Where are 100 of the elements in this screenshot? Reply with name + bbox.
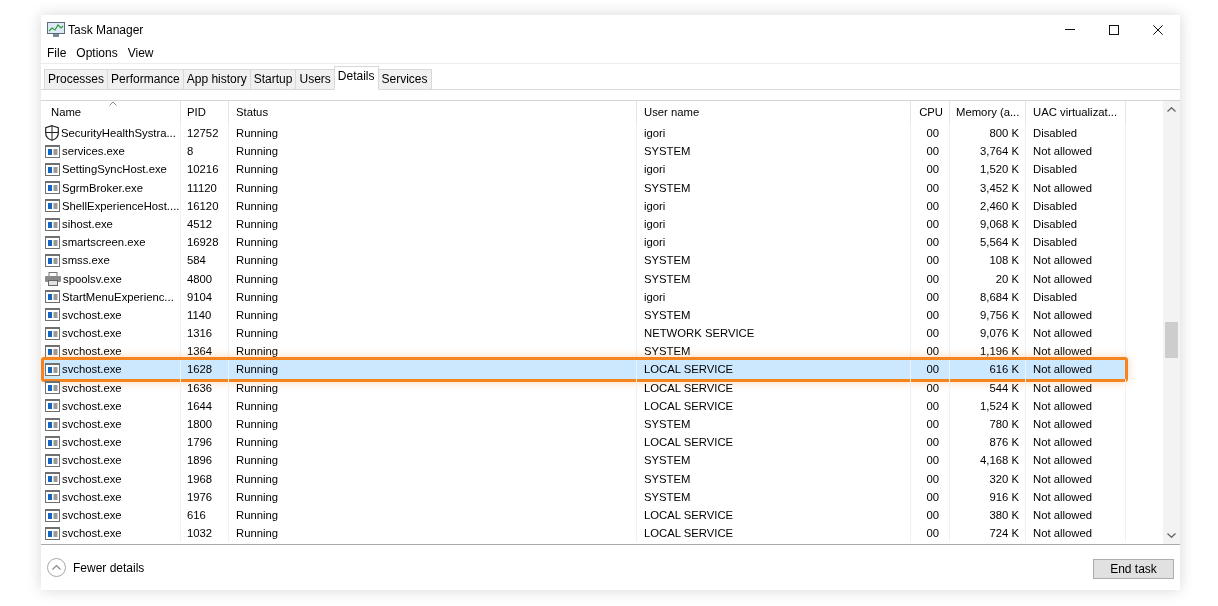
scrollbar[interactable] (1163, 101, 1180, 544)
process-row[interactable]: sihost.exe 4512 Running igori 00 9,068 K Disabled (41, 214, 1126, 234)
process-row[interactable]: ShellExperienceHost.... 16120 Running igori 00 2,460 K Disabled (41, 196, 1126, 215)
process-row[interactable]: StartMenuExperienc... 9104 Running igori 00 8,684 K Disabled (41, 287, 1126, 306)
table-cell: 00 (911, 360, 950, 379)
menu-item[interactable]: File (42, 45, 72, 62)
process-name: StartMenuExperienc... (62, 289, 174, 305)
close-icon (1153, 24, 1163, 35)
process-row[interactable]: SgrmBroker.exe 11120 Running SYSTEM 00 3,452 K Not allowed (41, 178, 1126, 197)
table-cell: Not allowed (1026, 269, 1126, 288)
column-header[interactable]: Name (41, 101, 181, 124)
process-row[interactable]: svchost.exe 1976 Running SYSTEM 00 916 K Not allowed (41, 487, 1126, 506)
table-cell: Running (229, 524, 637, 543)
table-cell: 20 K (950, 269, 1026, 288)
app-window-icon (45, 381, 60, 395)
table-cell: Running (229, 269, 637, 288)
end-task-button[interactable]: End task (1093, 558, 1174, 579)
app-window-icon (45, 344, 60, 358)
table-cell: SYSTEM (637, 251, 911, 270)
tab[interactable]: Performance (107, 69, 184, 90)
table-cell: Running (229, 324, 637, 343)
process-name: svchost.exe (62, 507, 122, 523)
table-cell: Running (229, 469, 637, 488)
scrollbar-thumb[interactable] (1165, 322, 1178, 358)
tab[interactable]: Details (333, 66, 379, 90)
table-cell: Running (229, 396, 637, 415)
process-name: svchost.exe (62, 362, 122, 378)
process-row[interactable]: smss.exe 584 Running SYSTEM 00 108 K Not allowed (41, 251, 1126, 270)
table-cell: 00 (911, 505, 950, 525)
column-header[interactable]: Memory (a... (950, 101, 1026, 124)
process-row[interactable]: svchost.exe 1896 Running SYSTEM 00 4,168 K Not allowed (41, 451, 1126, 470)
table-cell: SYSTEM (637, 469, 911, 488)
table-cell: igori (637, 233, 911, 252)
table-cell: Not allowed (1026, 396, 1126, 415)
table-cell: 12752 (181, 124, 229, 143)
table-cell: 00 (911, 415, 950, 434)
process-name: svchost.exe (62, 471, 122, 487)
fewer-details-button[interactable]: Fewer details (47, 558, 145, 577)
process-row[interactable]: svchost.exe 1968 Running SYSTEM 00 320 K Not allowed (41, 469, 1126, 488)
process-row[interactable]: svchost.exe 1628 Running LOCAL SERVICE 00 616 K Not allowed (41, 360, 1126, 379)
process-row[interactable]: svchost.exe 1644 Running LOCAL SERVICE 00 1,524 K Not allowed (41, 396, 1126, 415)
process-row[interactable]: svchost.exe 1796 Running LOCAL SERVICE 00 876 K Not allowed (41, 433, 1126, 452)
column-header[interactable]: User name (637, 101, 911, 124)
table-cell: SYSTEM (637, 178, 911, 197)
table-cell: Not allowed (1026, 433, 1126, 452)
table-cell: 2,460 K (950, 196, 1026, 215)
table-cell: 800 K (950, 124, 1026, 143)
table-cell: 00 (911, 196, 950, 215)
table-cell: Disabled (1026, 124, 1126, 143)
process-row[interactable]: svchost.exe 1636 Running LOCAL SERVICE 00 544 K Not allowed (41, 378, 1126, 397)
shield-icon (45, 125, 59, 142)
app-window-icon (45, 417, 60, 431)
tab[interactable]: Processes (44, 69, 109, 90)
table-cell: 1032 (181, 524, 229, 543)
process-row[interactable]: SecurityHealthSystra... 12752 Running igori 00 800 K Disabled (41, 124, 1126, 143)
process-name: svchost.exe (62, 489, 122, 505)
column-header[interactable]: UAC virtualizat... (1026, 101, 1126, 124)
table-cell: Running (229, 214, 637, 234)
process-row[interactable]: svchost.exe 1800 Running SYSTEM 00 780 K Not allowed (41, 415, 1126, 434)
table-cell: Running (229, 305, 637, 325)
process-row[interactable]: smartscreen.exe 16928 Running igori 00 5,564 K Disabled (41, 233, 1126, 252)
table-cell: 5,564 K (950, 233, 1026, 252)
minimize-icon (1065, 29, 1075, 30)
column-header[interactable]: PID (181, 101, 229, 124)
table-cell: 1796 (181, 433, 229, 452)
tab[interactable]: Users (295, 69, 335, 90)
process-row[interactable]: spoolsv.exe 4800 Running SYSTEM 00 20 K Not allowed (41, 269, 1126, 288)
process-row[interactable]: SettingSyncHost.exe 10216 Running igori 00 1,520 K Disabled (41, 160, 1126, 179)
process-row[interactable]: svchost.exe 1316 Running NETWORK SERVICE 00 9,076 K Not allowed (41, 324, 1126, 343)
process-row[interactable]: svchost.exe 1032 Running LOCAL SERVICE 00 724 K Not allowed (41, 524, 1126, 543)
table-cell: Running (229, 142, 637, 161)
tab[interactable]: App history (182, 69, 251, 90)
table-cell: 3,452 K (950, 178, 1026, 197)
table-cell: Not allowed (1026, 505, 1126, 525)
table-cell: 8 (181, 142, 229, 161)
process-row[interactable]: svchost.exe 616 Running LOCAL SERVICE 00 380 K Not allowed (41, 505, 1126, 525)
app-window-icon (45, 144, 60, 158)
menu-item[interactable]: View (122, 45, 159, 62)
tab[interactable]: Services (377, 69, 432, 90)
process-row[interactable]: services.exe 8 Running SYSTEM 00 3,764 K Not allowed (41, 142, 1126, 161)
table-cell: 00 (911, 178, 950, 197)
table-cell: 00 (911, 287, 950, 306)
table-cell: Not allowed (1026, 251, 1126, 270)
process-row[interactable]: svchost.exe 1140 Running SYSTEM 00 9,756 K Not allowed (41, 305, 1126, 325)
maximize-icon (1109, 24, 1119, 35)
table-cell: 108 K (950, 251, 1026, 270)
column-header[interactable]: Status (229, 101, 637, 124)
table-cell: Running (229, 178, 637, 197)
table-cell: 16120 (181, 196, 229, 215)
process-name: svchost.exe (62, 398, 122, 414)
table-cell: Running (229, 360, 637, 379)
app-window-icon (45, 453, 60, 467)
table-cell: Running (229, 451, 637, 470)
table-cell: igori (637, 196, 911, 215)
tab[interactable]: Startup (249, 69, 297, 90)
menu-item[interactable]: Options (71, 45, 123, 62)
app-window-icon (45, 508, 60, 522)
table-cell: 00 (911, 433, 950, 452)
column-header[interactable]: CPU (911, 101, 950, 124)
app-window-icon (45, 435, 60, 449)
